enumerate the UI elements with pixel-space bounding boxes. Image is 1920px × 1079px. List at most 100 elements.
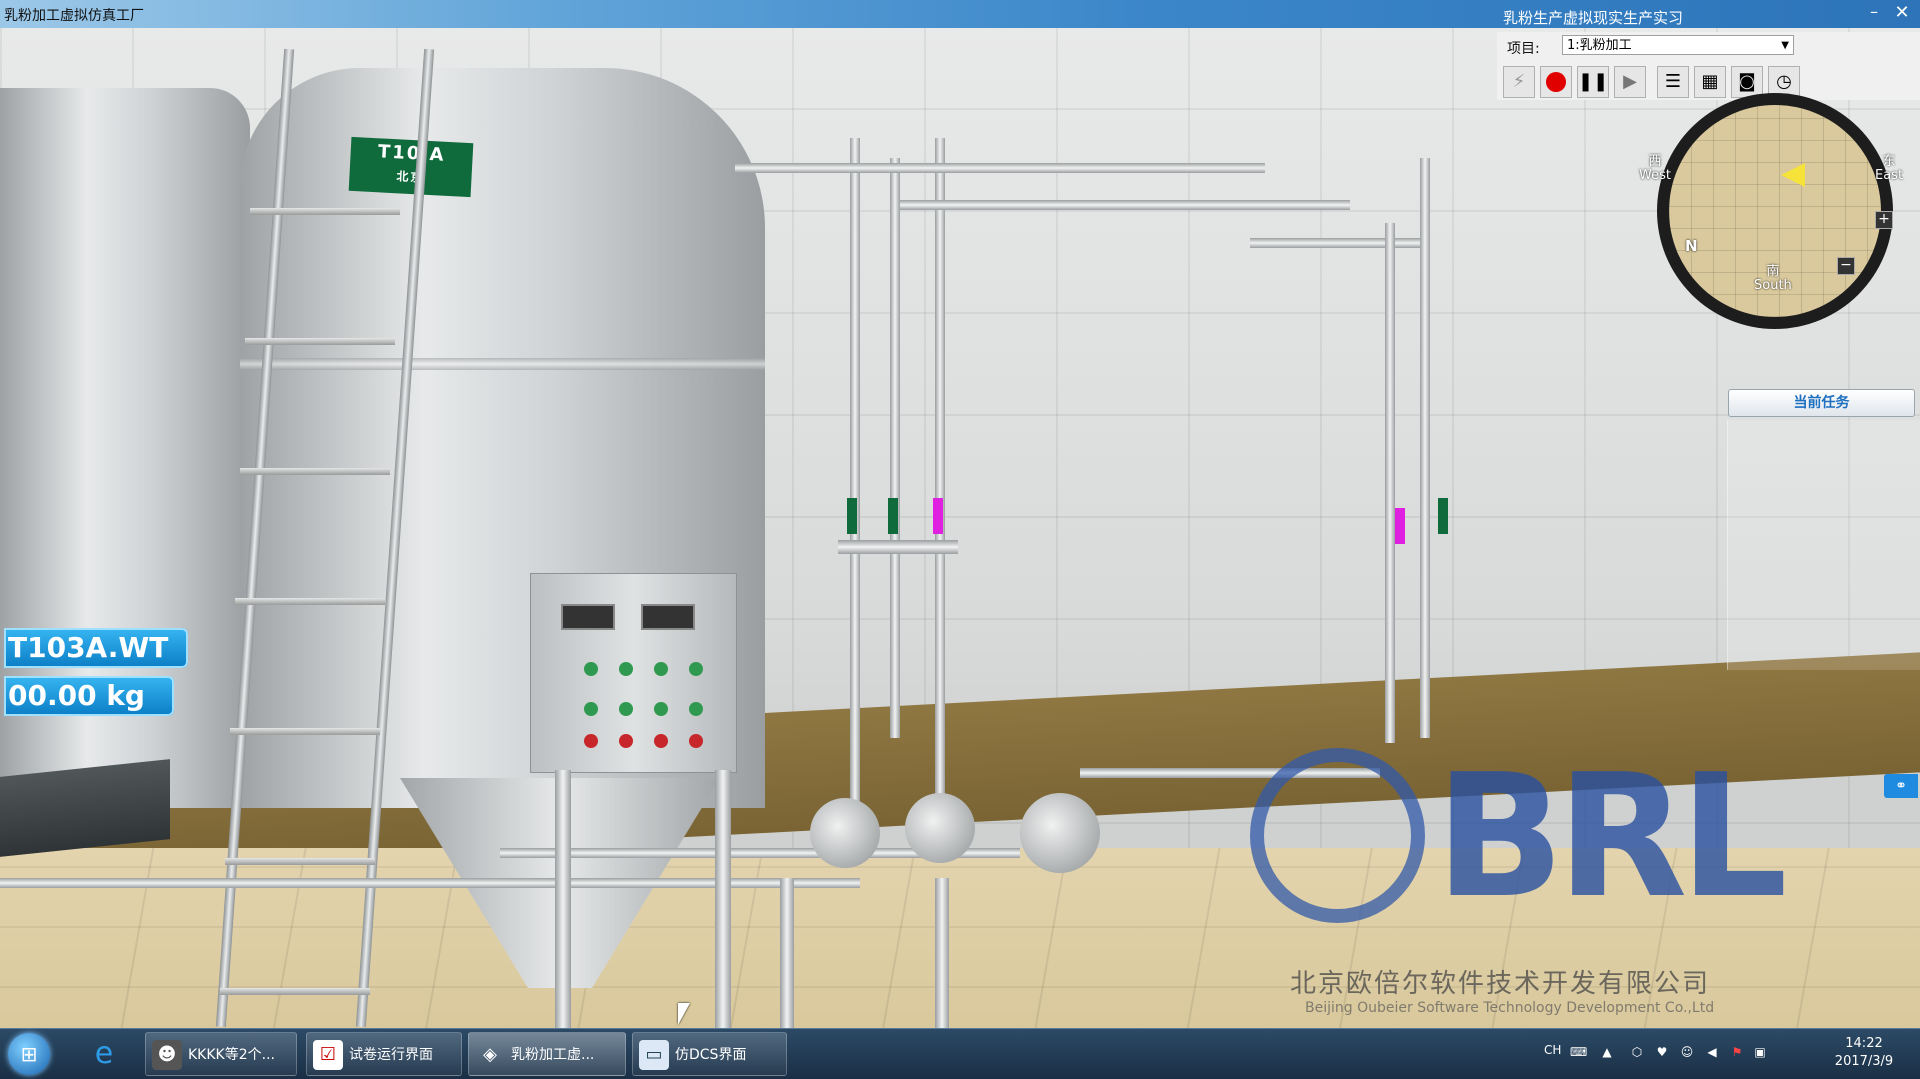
- flag-icon[interactable]: ⚑: [1730, 1045, 1744, 1059]
- ladder-rung: [220, 988, 370, 995]
- control-panel[interactable]: [530, 573, 737, 773]
- zoom-in-button[interactable]: +: [1875, 211, 1893, 229]
- panel-button-red[interactable]: [619, 734, 633, 748]
- list-icon[interactable]: ☰: [1657, 66, 1689, 98]
- input-language[interactable]: CH: [1544, 1043, 1561, 1057]
- qq-icon[interactable]: ☺: [1680, 1045, 1694, 1059]
- ladder-rung: [240, 468, 390, 475]
- window-title: 乳粉加工虚拟仿真工厂: [4, 8, 144, 24]
- pipe: [735, 163, 1265, 173]
- minimize-button[interactable]: –: [1864, 2, 1884, 21]
- compass-east: 东 East: [1875, 155, 1903, 183]
- minimap-compass[interactable]: 西 West 东 East 南 South N + −: [1639, 93, 1903, 329]
- panel-button-green[interactable]: [584, 662, 598, 676]
- pause-icon[interactable]: ❚❚: [1577, 66, 1609, 98]
- close-button[interactable]: ✕: [1892, 2, 1912, 23]
- panel-button-green[interactable]: [654, 662, 668, 676]
- ladder-rung: [225, 858, 375, 865]
- taskbar-item-label: 仿DCS界面: [675, 1047, 747, 1063]
- chart-icon[interactable]: ▦: [1694, 66, 1726, 98]
- pipe-tag: [933, 498, 943, 534]
- panel-button-green[interactable]: [619, 662, 633, 676]
- right-panel-toolbar: 项目: 1:乳粉加工 ▼ ⚡ ❚❚ ▶ ☰ ▦ ◙ ◷: [1497, 32, 1920, 100]
- panel-display: [561, 604, 615, 630]
- clock-time: 14:22: [1845, 1036, 1883, 1051]
- project-select[interactable]: 1:乳粉加工 ▼: [1562, 35, 1794, 55]
- network-icon[interactable]: ▣: [1753, 1045, 1767, 1059]
- panel-button-green[interactable]: [619, 702, 633, 716]
- panel-leg: [555, 770, 571, 1028]
- panel-button-green[interactable]: [584, 702, 598, 716]
- compass-south-cn: 南: [1766, 264, 1780, 279]
- pipe: [0, 878, 860, 888]
- share-icon[interactable]: ⚭: [1884, 774, 1918, 798]
- compass-west-cn: 西: [1648, 154, 1662, 169]
- player-marker-icon: [1781, 163, 1805, 187]
- start-button[interactable]: ⊞: [8, 1033, 50, 1075]
- pump[interactable]: [810, 798, 880, 868]
- pump-stand-leg: [935, 878, 949, 1028]
- panel-leg: [715, 770, 731, 1028]
- pipe-bracket: [838, 540, 958, 554]
- panel-button-green[interactable]: [689, 662, 703, 676]
- ladder-rung: [250, 208, 400, 215]
- pipe-tag: [1395, 508, 1405, 544]
- pipe: [1420, 158, 1430, 738]
- lightning-icon[interactable]: ⚡: [1503, 66, 1535, 98]
- tank-band: [240, 358, 765, 370]
- pipe: [850, 138, 860, 838]
- pipe: [900, 200, 1350, 210]
- pump[interactable]: [905, 793, 975, 863]
- pipe-tag: [888, 498, 898, 534]
- tank-label: T10 A 北京: [348, 136, 474, 198]
- taskbar: ⊞ e ☻ KKKK等2个... ☑ 试卷运行界面 ◈ 乳粉加工虚... ▭ 仿…: [0, 1028, 1920, 1079]
- compass-east-en: East: [1875, 168, 1904, 183]
- security-icon[interactable]: ♥: [1655, 1045, 1669, 1059]
- show-hidden-icon[interactable]: ▲: [1600, 1045, 1614, 1059]
- pipe-tag: [847, 498, 857, 534]
- shield-icon[interactable]: ⬡: [1630, 1045, 1644, 1059]
- taskbar-item-label: 乳粉加工虚...: [511, 1047, 595, 1063]
- weight-readout: T103A.WT 00.00 kg: [4, 628, 188, 720]
- compass-north: N: [1685, 237, 1698, 255]
- compass-south: 南 South: [1754, 265, 1792, 293]
- taskbar-item-label: KKKK等2个...: [188, 1047, 275, 1063]
- mouse-cursor: [678, 1003, 690, 1025]
- taskbar-clock[interactable]: 14:22 2017/3/9: [1814, 1035, 1914, 1071]
- panel-button-green[interactable]: [654, 702, 668, 716]
- record-icon[interactable]: [1540, 66, 1572, 98]
- clock-date: 2017/3/9: [1834, 1054, 1894, 1069]
- chevron-down-icon: ▼: [1781, 40, 1789, 51]
- exam-app-icon: ☑: [313, 1040, 343, 1070]
- panel-button-red[interactable]: [654, 734, 668, 748]
- pipe-tag: [1438, 498, 1448, 534]
- zoom-out-button[interactable]: −: [1837, 257, 1855, 275]
- taskbar-item-label: 试卷运行界面: [349, 1047, 433, 1063]
- play-icon[interactable]: ▶: [1614, 66, 1646, 98]
- compass-south-en: South: [1754, 278, 1792, 293]
- panel-button-red[interactable]: [584, 734, 598, 748]
- panel-display: [641, 604, 695, 630]
- weight-tag: T103A.WT: [4, 628, 188, 668]
- company-name-en: Beijing Oubeier Software Technology Deve…: [1305, 1000, 1715, 1016]
- taskbar-item[interactable]: ◈ 乳粉加工虚...: [468, 1032, 626, 1076]
- pipe: [890, 158, 900, 738]
- keyboard-icon[interactable]: ⌨: [1570, 1045, 1587, 1059]
- right-panel-title: 乳粉生产虚拟现实生产实习: [1503, 9, 1684, 27]
- taskbar-item[interactable]: ☑ 试卷运行界面: [306, 1032, 462, 1076]
- compass-west-en: West: [1639, 168, 1671, 183]
- pump[interactable]: [1020, 793, 1100, 873]
- ladder-rung: [230, 728, 380, 735]
- panel-button-green[interactable]: [689, 702, 703, 716]
- ie-icon[interactable]: e: [80, 1033, 128, 1075]
- taskbar-item[interactable]: ▭ 仿DCS界面: [632, 1032, 787, 1076]
- taskbar-item[interactable]: ☻ KKKK等2个...: [145, 1032, 297, 1076]
- weight-value: 00.00 kg: [4, 676, 174, 716]
- compass-east-cn: 东: [1882, 154, 1896, 169]
- panel-button-red[interactable]: [689, 734, 703, 748]
- current-task-button[interactable]: 当前任务: [1728, 389, 1915, 417]
- project-label: 项目:: [1507, 41, 1540, 57]
- pump-stand-leg: [780, 878, 794, 1028]
- volume-icon[interactable]: ◀: [1705, 1045, 1719, 1059]
- ladder-rung: [235, 598, 385, 605]
